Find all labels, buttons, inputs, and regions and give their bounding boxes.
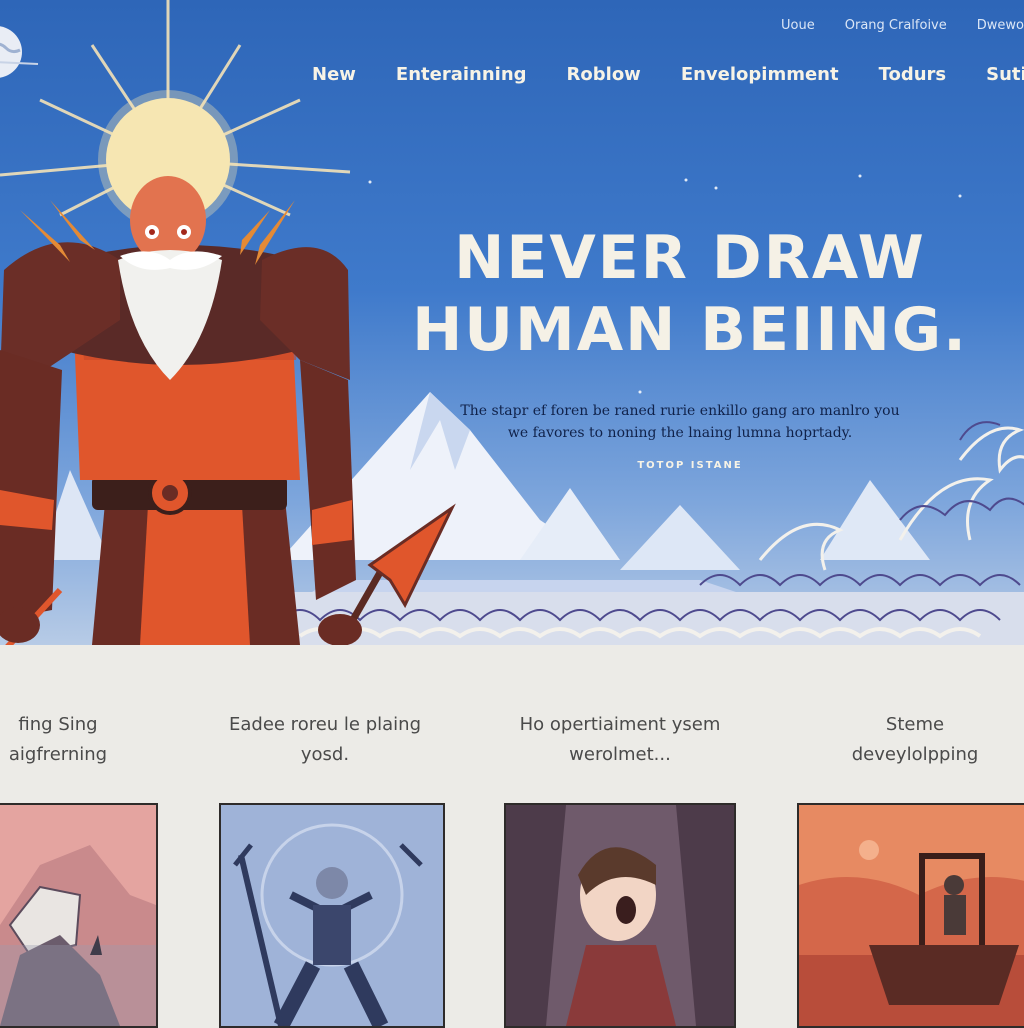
hero-banner: Uoue Orang Cralfoive Dwewo New Enterainn…: [0, 0, 1024, 645]
card-4-title[interactable]: Steme deveylolpping: [815, 710, 1015, 770]
hero-headline: NEVER DRAW HUMAN BEIING.: [370, 222, 1010, 366]
hero-headline-line1: NEVER DRAW: [454, 223, 926, 293]
top-links: Uoue Orang Cralfoive Dwewo: [781, 18, 1024, 33]
card-1-thumbnail[interactable]: [0, 803, 158, 1028]
card-2-thumbnail[interactable]: [219, 803, 445, 1028]
hero-subtext: The stapr ef foren be raned rurie enkill…: [440, 400, 920, 444]
hero-headline-line2: HUMAN BEIING.: [412, 295, 968, 365]
card-4-illustration: [799, 805, 1024, 1026]
top-link-orange[interactable]: Orang Cralfoive: [845, 18, 947, 33]
nav-item-roblow[interactable]: Roblow: [567, 64, 641, 85]
hero-subtext-line1: The stapr ef foren be raned rurie enkill…: [460, 403, 900, 419]
card-1-illustration: [0, 805, 156, 1026]
top-link-home[interactable]: Uoue: [781, 18, 815, 33]
card-3-thumbnail[interactable]: [504, 803, 736, 1028]
hero-tagline: TOTOP ISTANE: [637, 460, 743, 471]
card-3-title[interactable]: Ho opertiaiment ysem werolmet...: [480, 710, 760, 770]
top-link-dwewo[interactable]: Dwewo: [977, 18, 1024, 33]
card-1-title[interactable]: fing Sing aigfrerning: [0, 710, 128, 770]
hero-subtext-line2: we favores to noning the lnaing lumna ho…: [507, 425, 853, 441]
nav-item-todurs[interactable]: Todurs: [879, 64, 947, 85]
card-4-thumbnail[interactable]: [797, 803, 1024, 1028]
card-2-title[interactable]: Eadee roreu le plaing yosd.: [200, 710, 450, 770]
card-3-illustration: [506, 805, 734, 1026]
nav-item-suting[interactable]: Suting: [986, 64, 1024, 85]
nav-item-envelopimment[interactable]: Envelopimment: [681, 64, 839, 85]
card-2-illustration: [221, 805, 443, 1026]
